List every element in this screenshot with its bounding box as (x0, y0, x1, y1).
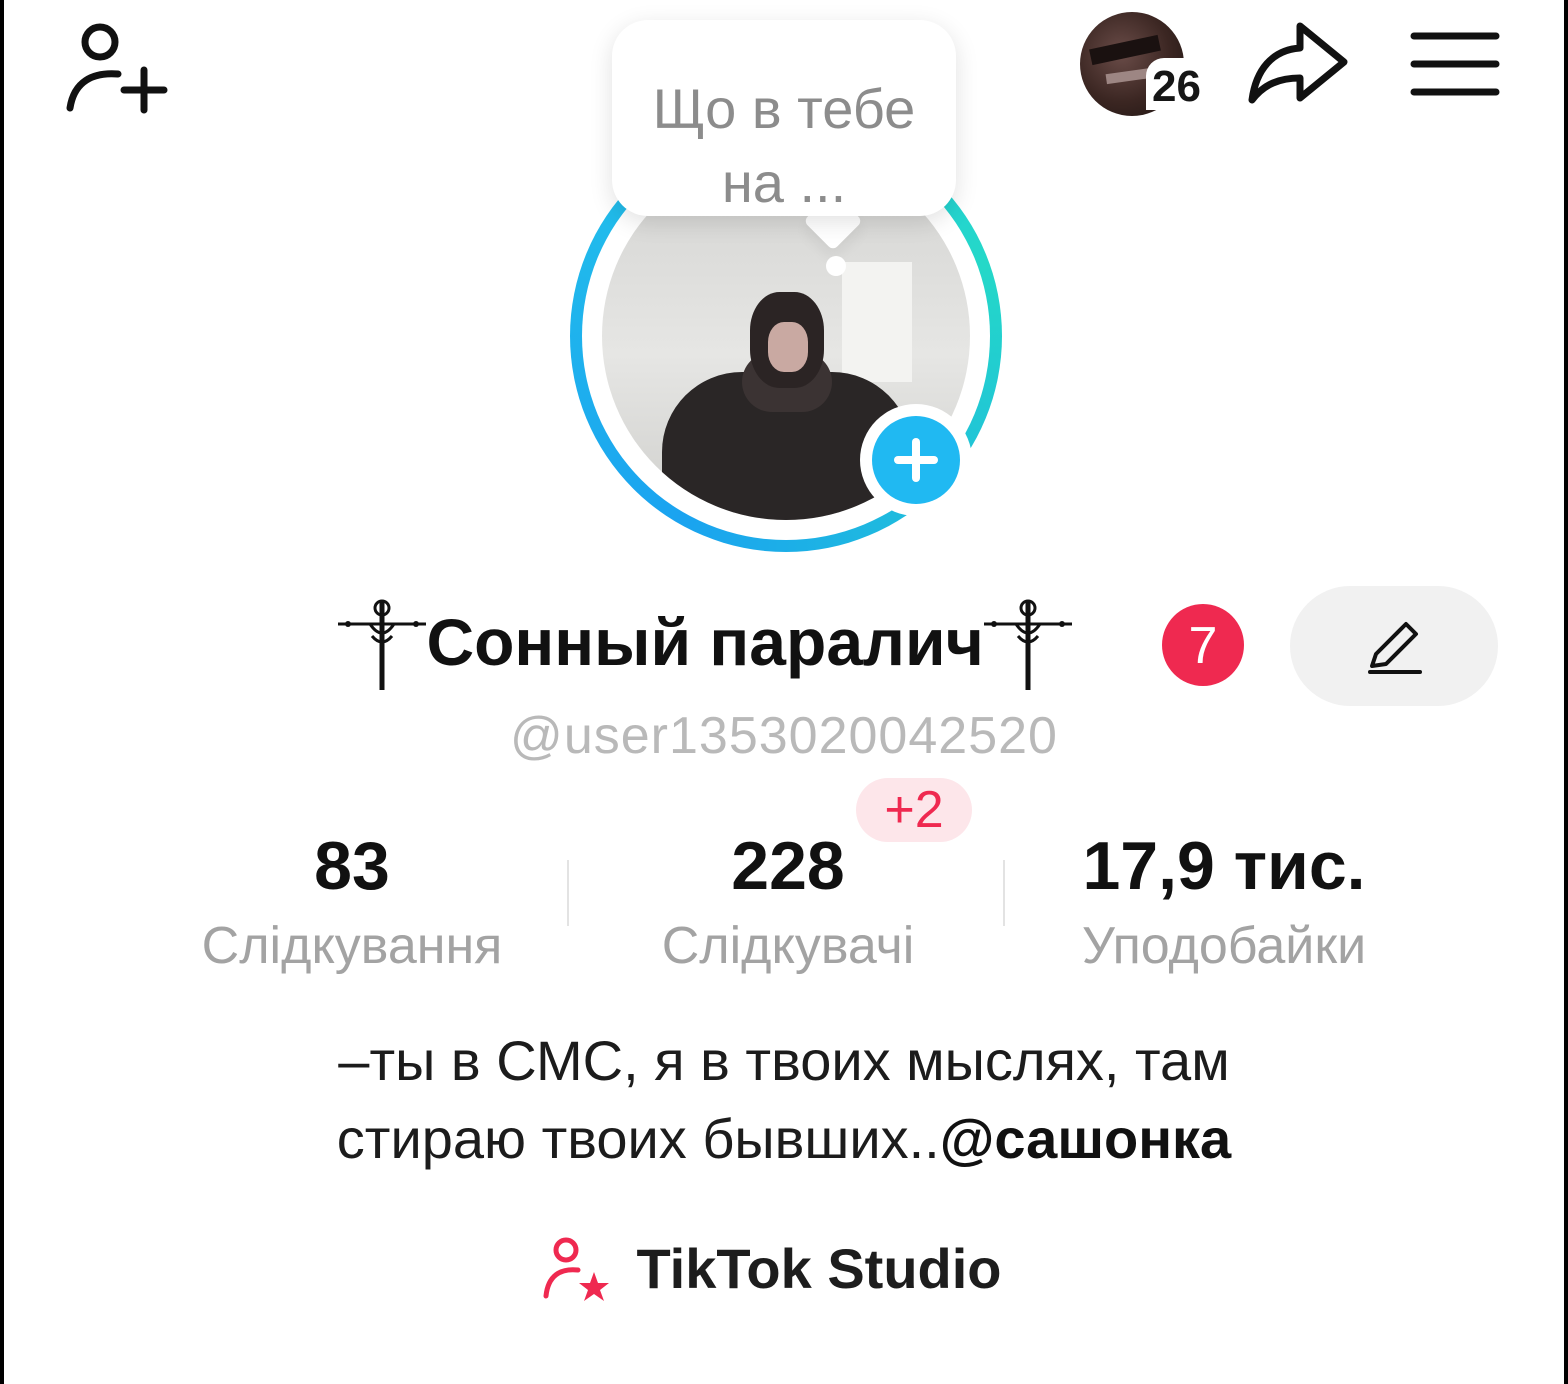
hamburger-menu-icon (1410, 32, 1500, 96)
bio-mention-link[interactable]: @сашонка (940, 1107, 1231, 1170)
username: @user1353020042520 (510, 707, 1058, 765)
likes-label: Уподобайки (1081, 917, 1367, 975)
add-friend-button[interactable] (64, 20, 174, 120)
stat-divider (1003, 860, 1005, 926)
add-story-button[interactable] (860, 404, 972, 516)
menu-button[interactable] (1404, 28, 1504, 104)
tiktok-studio-link[interactable]: TikTok Studio (542, 1232, 1002, 1306)
profile-bio: –ты в СМС, я в твоих мыслях, там стираю … (204, 1022, 1364, 1178)
ornate-cross-icon (984, 599, 1073, 690)
following-count: 83 (314, 828, 390, 904)
profile-screen: 26 Що в тебе на ... Сонный паралич 7 @us… (4, 0, 1564, 1384)
notifications-count: 26 (1146, 58, 1216, 111)
ornate-cross-icon (338, 599, 426, 690)
display-name: Сонный паралич (426, 605, 984, 679)
stat-following[interactable]: 83 Слідкування (164, 826, 540, 984)
following-label: Слідкування (201, 917, 503, 975)
bio-line-2: стираю твоих бывших..@сашонка (204, 1100, 1364, 1178)
notification-badge[interactable]: 7 (1162, 604, 1244, 686)
bio-line-2-text: стираю твоих бывших.. (336, 1107, 940, 1170)
pencil-icon (1368, 622, 1422, 674)
share-arrow-icon (1248, 22, 1348, 104)
note-bubble-text: Що в тебе на ... (652, 77, 916, 214)
new-followers-badge: +2 (856, 778, 972, 842)
add-user-icon (66, 23, 168, 114)
plus-icon (872, 416, 960, 504)
tiktok-studio-label: TikTok Studio (636, 1237, 1002, 1300)
note-bubble[interactable]: Що в тебе на ... (612, 20, 956, 216)
likes-count: 17,9 тис. (1082, 828, 1366, 904)
display-name-row: Сонный паралич (334, 592, 1076, 692)
stat-likes[interactable]: 17,9 тис. Уподобайки (1034, 826, 1414, 984)
followers-label: Слідкувачі (661, 917, 915, 975)
stat-divider (567, 860, 569, 926)
bio-line-1: –ты в СМС, я в твоих мыслях, там (338, 1029, 1230, 1092)
stat-followers[interactable]: 228 Слідкувачі (618, 826, 958, 984)
user-star-icon (543, 1237, 609, 1301)
edit-profile-button[interactable] (1290, 586, 1498, 706)
share-button[interactable] (1244, 18, 1354, 110)
